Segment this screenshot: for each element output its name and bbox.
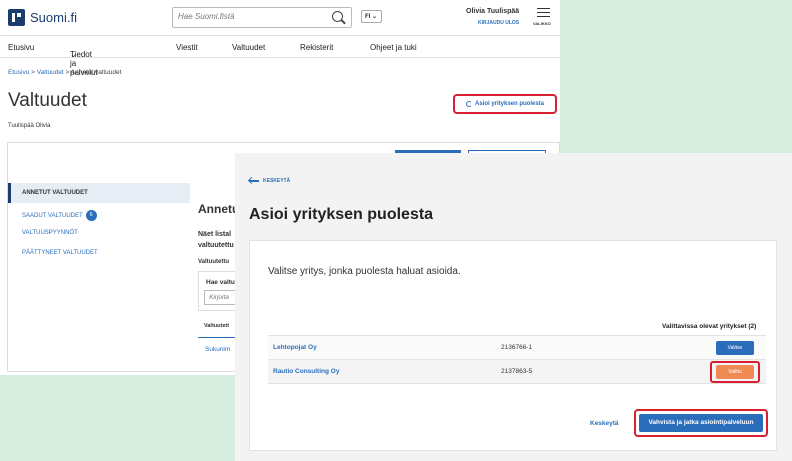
hamburger-menu-icon[interactable] xyxy=(537,8,550,17)
language-label: FI xyxy=(365,14,371,20)
modal-cancel-link[interactable]: KESKEYTÄ xyxy=(249,178,290,184)
breadcrumb-current: Annetut valtuudet xyxy=(70,69,122,76)
confirm-button-frame: Vahvista ja jatka asiointipalveluun xyxy=(634,409,768,437)
sync-icon xyxy=(465,101,472,107)
nav-item-valtuudet[interactable]: Valtuudet xyxy=(232,43,265,52)
modal-lead: Valitse yritys, jonka puolesta haluat as… xyxy=(268,266,461,277)
act-for-company-label: Asioi yrityksen puolesta xyxy=(474,101,545,107)
select-company-button[interactable]: Valitse xyxy=(716,341,754,355)
page-title: Valtuudet xyxy=(8,90,87,111)
nav-item-ohjeet[interactable]: Ohjeet ja tuki xyxy=(370,43,417,52)
table-row: Lehtopojat Oy 2136766-1 Valitse xyxy=(268,336,766,360)
company-name-link[interactable]: Rautio Consulting Oy xyxy=(273,368,339,375)
suomi-logo-icon xyxy=(8,9,25,26)
search-icon[interactable] xyxy=(332,11,343,22)
search-placeholder: Hae Suomi.fistä xyxy=(178,12,235,21)
breadcrumb-sep: > xyxy=(65,69,70,76)
sort-link[interactable]: Sukunim xyxy=(205,346,230,353)
highlight-frame xyxy=(710,361,760,383)
table-row: Rautio Consulting Oy 2137863-5 Valittu xyxy=(268,360,766,384)
modal-title: Asioi yrityksen puolesta xyxy=(249,206,434,223)
business-id: 2137863-5 xyxy=(501,368,533,375)
nav-item-rekisterit[interactable]: Rekisterit xyxy=(300,43,333,52)
menu-label[interactable]: VALIKKO xyxy=(533,21,551,26)
description-line-2: valtuutettu xyxy=(198,242,234,249)
search-input[interactable]: Hae Suomi.fistä xyxy=(172,7,352,28)
breadcrumb: Etusivu > Valtuudet > Annetut valtuudet xyxy=(8,69,121,76)
language-select[interactable]: FI ⌄ xyxy=(361,10,382,23)
user-name: Olivia Tuulispää xyxy=(466,8,520,15)
nav-item-viestit[interactable]: Viestit xyxy=(176,43,198,52)
business-id: 2136766-1 xyxy=(501,344,533,351)
filter-label: Hae valtu xyxy=(206,279,235,286)
arrow-left-icon xyxy=(249,180,259,182)
sidebar-item-pyynnot[interactable]: VALTUUSPYYNNÖT xyxy=(8,223,190,243)
act-for-company-button[interactable]: Asioi yrityksen puolesta xyxy=(453,94,557,114)
companies-table-heading: Valittavissa olevat yritykset (2) xyxy=(662,323,757,330)
cancel-button[interactable]: Keskeytä xyxy=(590,420,619,427)
section-heading: Annetu xyxy=(198,202,240,216)
sidebar-item-saadut[interactable]: SAADUT VALTUUDET 6 xyxy=(8,203,190,223)
section-description: Näet listal valtuutettu xyxy=(198,229,234,251)
sidebar-item-paattyneet[interactable]: PÄÄTTYNEET VALTUUDET xyxy=(8,243,190,263)
chevron-down-icon: ⌄ xyxy=(70,50,77,59)
sidebar: ANNETUT VALTUUDET SAADUT VALTUUDET 6 VALT… xyxy=(8,183,190,263)
sidebar-item-saadut-label: SAADUT VALTUUDET xyxy=(22,213,83,220)
company-name-link[interactable]: Lehtopojat Oy xyxy=(273,344,317,351)
nav-item-etusivu[interactable]: Etusivu xyxy=(8,43,34,52)
count-badge: 6 xyxy=(85,210,97,221)
companies-table: Lehtopojat Oy 2136766-1 Valitse Rautio C… xyxy=(268,335,766,384)
person-name: Tuulispää Olivia xyxy=(8,123,51,129)
sidebar-item-annetut[interactable]: ANNETUT VALTUUDET xyxy=(8,183,190,203)
breadcrumb-valtuudet[interactable]: Valtuudet xyxy=(37,69,64,76)
modal-cancel-label: KESKEYTÄ xyxy=(263,178,291,184)
top-bar: Suomi.fi Hae Suomi.fistä FI ⌄ Olivia Tuu… xyxy=(0,0,560,36)
breadcrumb-sep: > xyxy=(31,69,35,76)
description-line-1: Näet listal xyxy=(198,231,232,238)
column-header: Valtuutett xyxy=(204,323,230,329)
section-subheading: Valtuutettu xyxy=(198,259,229,265)
logout-link[interactable]: KIRJAUDU ULOS xyxy=(478,20,519,26)
filter-placeholder: Kirjoita xyxy=(209,294,229,301)
main-nav: Etusivu Tiedot ja palvelut ⌄ Viestit Val… xyxy=(0,36,560,77)
logo[interactable]: Suomi.fi xyxy=(8,9,77,26)
breadcrumb-home[interactable]: Etusivu xyxy=(8,69,29,76)
logo-text: Suomi.fi xyxy=(30,10,77,25)
column-divider xyxy=(198,337,238,338)
confirm-button[interactable]: Vahvista ja jatka asiointipalveluun xyxy=(639,414,763,432)
